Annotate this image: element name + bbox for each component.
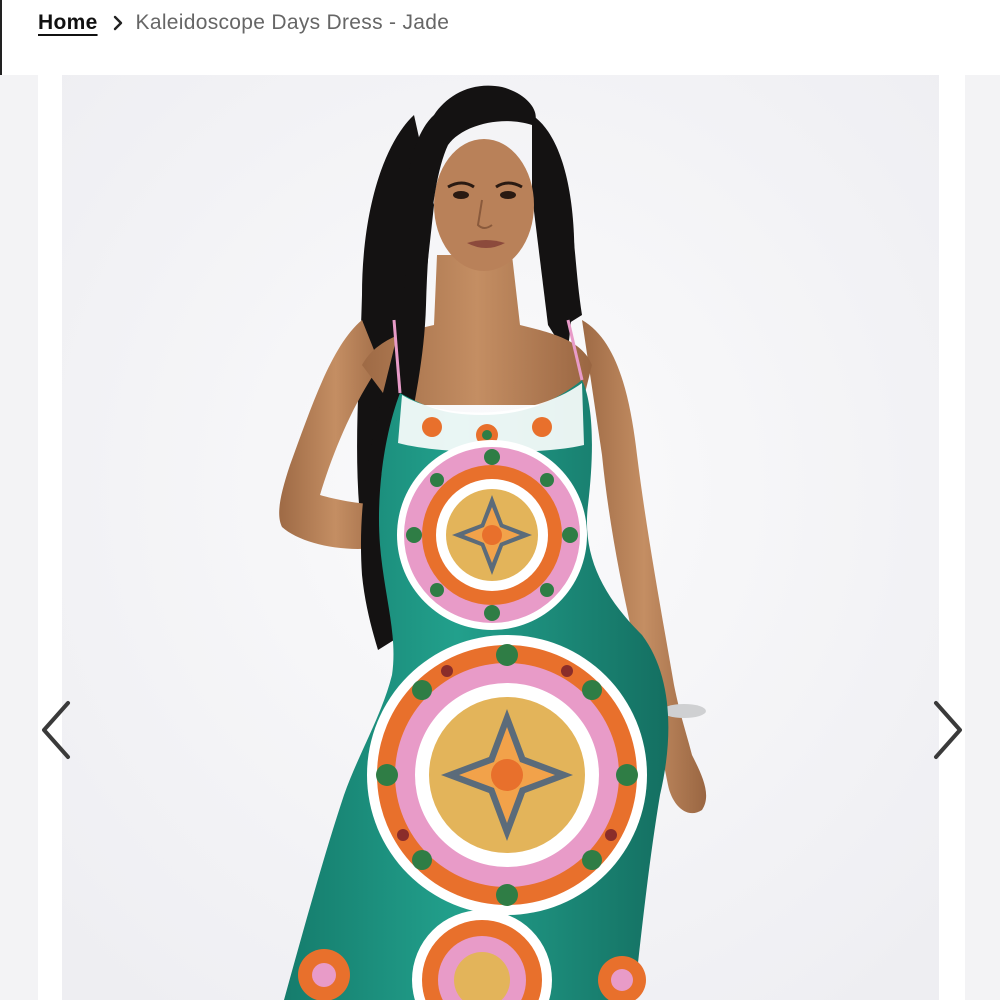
breadcrumb-home-link[interactable]: Home — [38, 11, 98, 35]
chevron-right-icon — [930, 699, 966, 766]
product-photo[interactable] — [62, 75, 939, 1000]
next-slide-peek[interactable] — [965, 75, 1000, 1000]
breadcrumb-current-page: Kaleidoscope Days Dress - Jade — [135, 11, 450, 34]
next-image-button[interactable] — [926, 697, 970, 767]
previous-image-button[interactable] — [34, 697, 78, 767]
chevron-right-icon — [112, 15, 124, 31]
breadcrumb: Home Kaleidoscope Days Dress - Jade — [38, 6, 449, 40]
product-image-gallery — [0, 75, 1000, 1000]
previous-slide-peek[interactable] — [0, 75, 38, 1000]
dress-print-medallion-1 — [397, 440, 587, 630]
chevron-left-icon — [38, 699, 74, 766]
dress-print-medallion-2 — [367, 635, 647, 915]
left-edge-rule — [0, 0, 2, 75]
